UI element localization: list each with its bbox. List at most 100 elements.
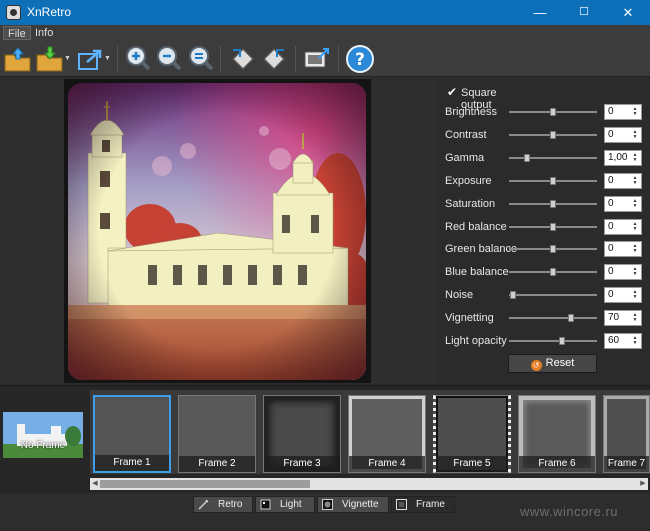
spin-arrows-icon[interactable]: ▲ ▼: [631, 107, 639, 117]
maximize-button[interactable]: ☐: [562, 0, 606, 25]
slider-thumb[interactable]: [550, 245, 556, 254]
share-button[interactable]: [75, 44, 105, 74]
slider-thumb[interactable]: [567, 314, 574, 323]
setting-slider[interactable]: [509, 222, 597, 231]
setting-spinbox[interactable]: 70 ▲ ▼: [604, 310, 642, 327]
tab-frame[interactable]: Frame: [391, 496, 455, 513]
tab-light[interactable]: Light: [255, 496, 315, 513]
reset-button[interactable]: ↺ Reset: [508, 354, 597, 373]
spinbox-value: 0: [608, 197, 614, 209]
zoom-fit-button[interactable]: [186, 44, 216, 74]
watermark: www.wincore.ru: [520, 504, 619, 519]
slider-thumb[interactable]: [550, 108, 556, 116]
zoom-out-icon: [157, 46, 182, 71]
checkmark-icon: ✔: [447, 85, 458, 99]
spin-arrows-icon[interactable]: ▲ ▼: [631, 267, 639, 277]
zoom-out-button[interactable]: [154, 44, 184, 74]
slider-thumb[interactable]: [550, 176, 556, 185]
scroll-right-icon[interactable]: ▶: [638, 478, 648, 490]
scrollbar-thumb[interactable]: [100, 480, 310, 488]
setting-spinbox[interactable]: 0 ▲ ▼: [604, 195, 642, 212]
setting-spinbox[interactable]: 60 ▲ ▼: [604, 333, 642, 349]
spin-arrows-icon[interactable]: ▲ ▼: [631, 221, 639, 232]
slider-thumb[interactable]: [550, 222, 556, 231]
setting-slider[interactable]: [509, 268, 597, 277]
setting-label: Vignetting: [445, 312, 494, 325]
preview-area: [0, 77, 437, 383]
frame-thumbnail[interactable]: Frame 2: [178, 395, 256, 473]
frame-label: Frame 7: [604, 456, 649, 472]
frame-label: Frame 2: [179, 456, 255, 472]
frame-thumbnail[interactable]: Frame 6: [518, 395, 596, 473]
setting-spinbox[interactable]: 0 ▲ ▼: [604, 104, 642, 120]
open-folder-button[interactable]: [3, 44, 33, 74]
frame-thumbnail[interactable]: Frame 7: [603, 395, 650, 473]
slider-thumb[interactable]: [550, 199, 556, 208]
spin-arrows-icon[interactable]: ▲ ▼: [631, 175, 639, 186]
save-folder-button[interactable]: [35, 44, 65, 74]
frame-thumbnail[interactable]: Frame 4: [348, 395, 426, 473]
slider-thumb[interactable]: [550, 130, 556, 139]
spin-arrows-icon[interactable]: ▲ ▼: [631, 129, 639, 140]
slider-thumb[interactable]: [523, 153, 530, 162]
setting-spinbox[interactable]: 0 ▲ ▼: [604, 218, 642, 235]
close-button[interactable]: ✕: [606, 0, 650, 25]
menu-info[interactable]: Info: [31, 26, 57, 40]
spinbox-value: 0: [608, 128, 614, 140]
setting-row: Red balance 0 ▲ ▼: [445, 218, 645, 235]
setting-slider[interactable]: [509, 199, 597, 208]
setting-slider[interactable]: [509, 153, 597, 162]
setting-spinbox[interactable]: 0 ▲ ▼: [604, 264, 642, 281]
menu-file[interactable]: File: [3, 26, 31, 40]
scroll-left-icon[interactable]: ◀: [90, 478, 100, 490]
setting-slider[interactable]: [509, 108, 597, 116]
setting-spinbox[interactable]: 0 ▲ ▼: [604, 287, 642, 304]
setting-slider[interactable]: [509, 176, 597, 185]
toolbar-separator: [295, 46, 296, 72]
spin-arrows-icon[interactable]: ▲ ▼: [631, 152, 639, 163]
minimize-button[interactable]: —: [518, 0, 562, 25]
slider-thumb[interactable]: [558, 337, 565, 345]
help-button[interactable]: ?: [345, 44, 375, 74]
setting-row: Light opacity 60 ▲ ▼: [445, 333, 645, 349]
spinbox-value: 0: [608, 243, 614, 255]
setting-label: Exposure: [445, 174, 492, 187]
export-button[interactable]: [302, 44, 332, 74]
tab-vignette-label: Vignette: [342, 499, 379, 510]
setting-spinbox[interactable]: 0 ▲ ▼: [604, 126, 642, 143]
setting-slider[interactable]: [509, 245, 597, 254]
app-icon: [6, 5, 21, 20]
slider-thumb[interactable]: [550, 268, 556, 277]
slider-thumb[interactable]: [510, 291, 517, 300]
frame-thumbnail[interactable]: Frame 1: [93, 395, 171, 473]
frame-thumbnail[interactable]: Frame 3: [263, 395, 341, 473]
setting-slider[interactable]: [509, 291, 597, 300]
tab-vignette[interactable]: Vignette: [317, 496, 389, 513]
setting-spinbox[interactable]: 1,00 ▲ ▼: [604, 149, 642, 166]
setting-slider[interactable]: [509, 314, 597, 323]
spin-arrows-icon[interactable]: ▲ ▼: [631, 336, 639, 346]
frame-label: Frame 6: [519, 456, 595, 472]
setting-slider[interactable]: [509, 337, 597, 345]
zoom-in-button[interactable]: [123, 44, 153, 74]
share-dropdown-icon[interactable]: ▼: [104, 55, 111, 62]
spin-arrows-icon[interactable]: ▲ ▼: [631, 244, 639, 254]
setting-spinbox[interactable]: 0 ▲ ▼: [604, 241, 642, 258]
setting-row: Brightness 0 ▲ ▼: [445, 104, 645, 120]
setting-spinbox[interactable]: 0 ▲ ▼: [604, 172, 642, 189]
frames-strip: No Frame Frame 1 Frame 2 Frame 3 Frame 4 Fra…: [0, 385, 650, 493]
spin-arrows-icon[interactable]: ▲ ▼: [631, 313, 639, 323]
rotate-right-button[interactable]: [259, 44, 289, 74]
rotate-left-button[interactable]: [228, 44, 258, 74]
tab-frame-label: Frame: [416, 499, 445, 510]
zoom-fit-icon: [189, 46, 214, 71]
frame-thumbnail[interactable]: Frame 5: [433, 395, 511, 473]
rotate-left-icon: [231, 47, 255, 71]
frames-scrollbar[interactable]: ◀ ▶: [90, 478, 648, 490]
export-icon: [304, 48, 329, 68]
tab-retro[interactable]: Retro: [193, 496, 253, 513]
spin-arrows-icon[interactable]: ▲ ▼: [631, 290, 639, 300]
setting-slider[interactable]: [509, 130, 597, 139]
save-dropdown-icon[interactable]: ▼: [64, 55, 71, 62]
spin-arrows-icon[interactable]: ▲ ▼: [631, 198, 639, 209]
